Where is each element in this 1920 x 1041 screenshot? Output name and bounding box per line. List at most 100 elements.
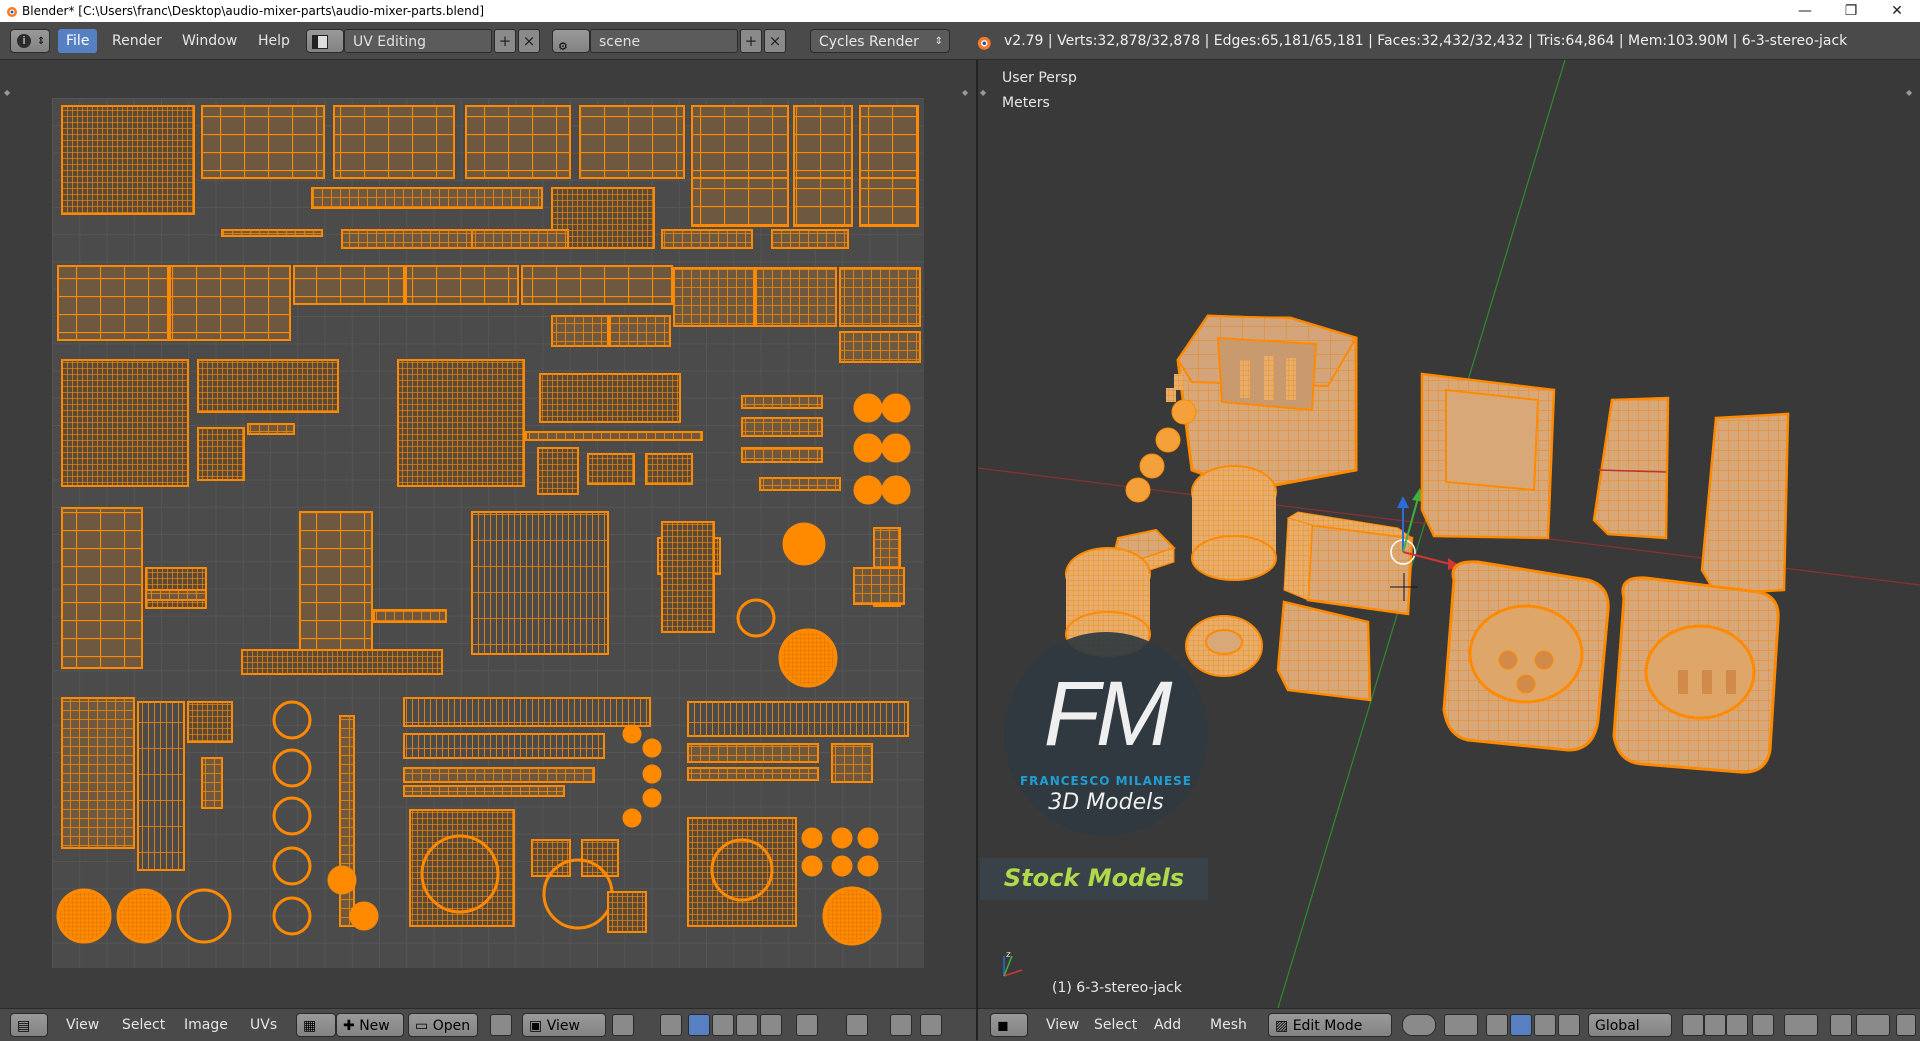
uv-island-circle[interactable] [327,865,357,895]
uv-island[interactable] [403,767,595,783]
uv-menu-select[interactable]: Select [116,1013,171,1037]
uv-island[interactable] [137,701,185,871]
housing-part[interactable] [1166,314,1358,492]
editor-type-3dview-button[interactable]: ◼ [990,1013,1028,1037]
uv-island-circle[interactable] [881,393,911,423]
close-button[interactable]: ✕ [1874,0,1920,22]
uv-texture-canvas[interactable] [52,98,924,968]
uv-islands[interactable] [52,98,924,968]
uv-island-ring[interactable] [542,858,614,930]
panel-toggle-icon[interactable]: ◆ [4,88,10,97]
uv-island[interactable] [201,757,223,809]
occlude-geometry-icon[interactable] [1752,1014,1774,1036]
vertex-select-mode-icon[interactable] [1682,1014,1704,1036]
minimize-button[interactable]: — [1782,0,1828,22]
uv-island[interactable] [145,567,207,609]
uv-island[interactable] [859,105,919,179]
uv-island[interactable] [859,177,919,227]
menu-file[interactable]: File [58,29,98,53]
uv-island[interactable] [471,229,569,249]
panel-part[interactable] [1420,372,1556,540]
uv-island[interactable] [61,105,195,215]
xlr-socket-part[interactable] [1612,576,1780,774]
scene-name-field[interactable]: scene [590,29,738,53]
interaction-mode-select[interactable]: ▨ Edit Mode [1268,1013,1392,1037]
sticky-select-icon[interactable] [660,1014,682,1036]
uv-island-ring[interactable] [272,748,312,788]
uv-island[interactable] [687,817,797,927]
uv-island[interactable] [61,359,189,487]
uv-island-circle[interactable] [642,788,662,808]
edge-select-mode-icon[interactable] [1704,1014,1726,1036]
uv-island[interactable] [373,609,447,623]
uv-island[interactable] [311,187,543,209]
xlr-socket-part[interactable] [1442,560,1610,752]
menu-window[interactable]: Window [174,29,245,53]
snap-element-icon[interactable] [1856,1014,1890,1036]
uv-island[interactable] [771,229,849,249]
uv-island[interactable] [333,105,455,179]
vp-menu-mesh[interactable]: Mesh [1204,1013,1253,1037]
uv-island[interactable] [661,229,753,249]
remove-scene-icon[interactable]: × [764,29,786,53]
proportional-edit-icon[interactable] [796,1014,818,1036]
uv-island-ring[interactable] [272,896,312,936]
uv-island-circle[interactable] [176,888,232,944]
uv-menu-image[interactable]: Image [178,1013,234,1037]
uv-island[interactable] [525,431,703,441]
uv-island[interactable] [145,589,207,601]
uv-island[interactable] [673,267,755,327]
uv-island[interactable] [687,743,819,763]
scene-browse-button[interactable]: ⚙ [552,29,590,53]
uv-island[interactable] [609,315,671,347]
uv-island[interactable] [687,767,819,781]
uv-island[interactable] [403,733,605,759]
uv-island[interactable] [521,265,673,305]
area-divider[interactable] [976,60,978,1040]
uv-island[interactable] [755,267,837,327]
uv-island[interactable] [221,229,323,237]
uv-island-circle[interactable] [782,522,826,566]
uv-island-circle[interactable] [857,855,879,877]
texture-paint-icon[interactable] [920,1014,942,1036]
uv-island-circle[interactable] [116,888,172,944]
uv-island[interactable] [465,105,571,179]
uv-island-circle[interactable] [349,901,379,931]
uv-island-circle[interactable] [642,764,662,784]
viewport-shading-icon[interactable] [1402,1014,1436,1036]
face-select-icon[interactable] [736,1014,758,1036]
uv-island[interactable] [471,511,609,655]
add-layout-icon[interactable]: + [494,29,516,53]
uv-island[interactable] [403,697,651,727]
uv-island-circle[interactable] [822,886,882,946]
uv-image-editor[interactable]: ◆ ◆ [0,60,976,1008]
uv-island[interactable] [691,105,789,179]
uv-island[interactable] [57,265,169,341]
uv-island-circle[interactable] [853,475,883,505]
uv-island[interactable] [839,267,921,327]
uv-island[interactable] [405,265,519,305]
proportional-edit-icon[interactable] [1784,1014,1818,1036]
layout-browse-button[interactable] [306,29,344,53]
uv-menu-uvs[interactable]: UVs [244,1013,283,1037]
uv-island[interactable] [539,373,681,423]
uv-island[interactable] [293,265,405,305]
render-engine-select[interactable]: Cycles Render ⇕ [810,29,950,53]
uv-island[interactable] [241,649,443,675]
uv-island[interactable] [169,265,291,341]
panel-toggle-icon[interactable]: ◆ [962,88,968,97]
plug-part[interactable] [1276,600,1372,702]
render-preview-icon[interactable] [1896,1014,1916,1036]
uv-island[interactable] [741,395,823,409]
uv-island-circle[interactable] [831,855,853,877]
uv-island-circle[interactable] [831,827,853,849]
uv-island-ring[interactable] [272,700,312,740]
snap-icon[interactable] [1830,1014,1852,1036]
uv-island-circle[interactable] [736,598,776,638]
block-part[interactable] [1592,396,1670,540]
uv-island[interactable] [201,105,325,179]
uv-island[interactable] [531,839,571,877]
image-view-mode-select[interactable]: ▣ View [522,1013,606,1037]
image-browse-button[interactable]: ▦ [296,1013,336,1037]
uv-island[interactable] [741,417,823,437]
